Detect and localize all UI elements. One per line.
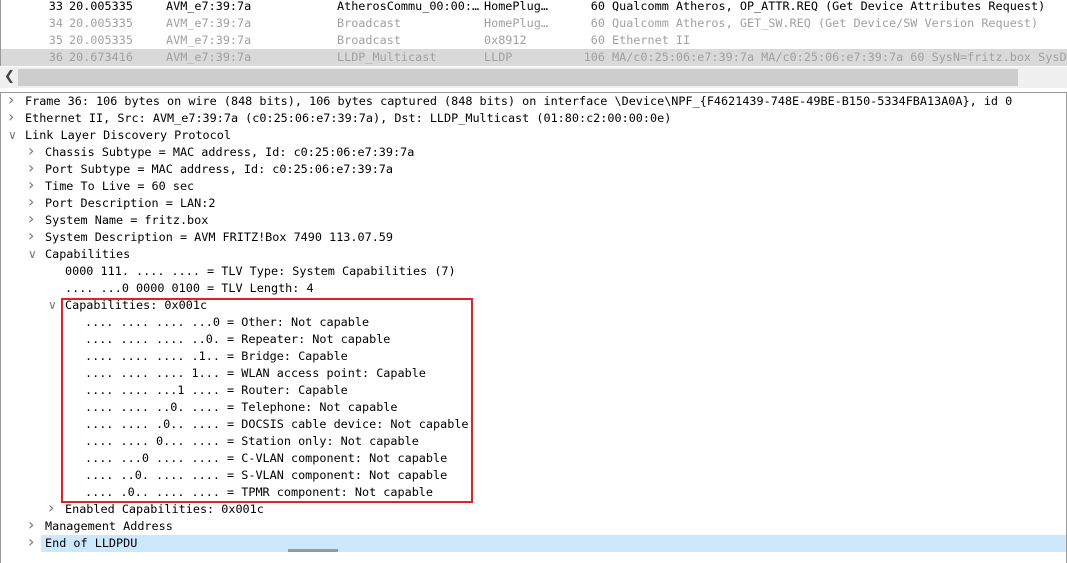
tree-item-label: System Name = fritz.box xyxy=(45,213,209,227)
packet-source: AVM_e7:39:7a xyxy=(166,16,252,30)
packet-source: AVM_e7:39:7a xyxy=(166,0,252,13)
tree-item-label: Time To Live = 60 sec xyxy=(45,179,195,193)
chevron-right-icon[interactable]: › xyxy=(28,516,34,533)
chevron-right-icon[interactable]: › xyxy=(28,227,34,244)
tree-item-label: System Description = AVM FRITZ!Box 7490 … xyxy=(45,230,394,244)
tree-item[interactable]: 0000 111. .... .... = TLV Type: System C… xyxy=(1,263,1066,280)
packet-time: 20.005335 xyxy=(69,16,133,30)
tree-item[interactable]: › Frame 36: 106 bytes on wire (848 bits),… xyxy=(1,91,1066,110)
tree-item-label: Port Subtype = MAC address, Id: c0:25:06… xyxy=(45,162,394,176)
packet-protocol: HomePlug… xyxy=(484,0,548,13)
tree-item-label: Ethernet II, Src: AVM_e7:39:7a (c0:25:06… xyxy=(25,111,672,125)
tree-item[interactable]: › System Name = fritz.box xyxy=(1,210,1066,229)
chevron-right-icon[interactable]: › xyxy=(28,176,34,193)
packet-list: 33 20.005335 AVM_e7:39:7a AtherosCommu_00:0… xyxy=(0,0,1067,66)
chevron-left-icon[interactable]: ❮ xyxy=(4,69,15,84)
chevron-down-icon[interactable]: ∨ xyxy=(8,127,17,144)
packet-row[interactable]: 33 20.005335 AVM_e7:39:7a AtherosCommu_00:0… xyxy=(1,0,1067,15)
packet-row[interactable]: 34 20.005335 AVM_e7:39:7a Broadcast HomePlug… xyxy=(1,15,1067,32)
packet-destination: AtherosCommu_00:00:… xyxy=(337,0,480,13)
tree-item[interactable]: ∨ Capabilities xyxy=(1,246,1066,263)
tree-item[interactable]: › Chassis Subtype = MAC address, Id: c0:2… xyxy=(1,142,1066,161)
chevron-right-icon[interactable]: › xyxy=(28,193,34,210)
packet-time: 20.005335 xyxy=(69,33,133,47)
packet-info: Ethernet II xyxy=(612,33,691,47)
packet-row[interactable]: 36 20.673416 AVM_e7:39:7a LLDP_Multicast LLD… xyxy=(1,49,1067,66)
packet-no: 36 xyxy=(48,50,63,64)
tree-item-label: Capabilities xyxy=(45,247,131,261)
chevron-right-icon[interactable]: › xyxy=(28,142,34,159)
tree-item-label: 0000 111. .... .... = TLV Type: System C… xyxy=(65,264,456,278)
packet-length: 60 xyxy=(590,0,605,13)
chevron-right-icon[interactable]: › xyxy=(8,108,14,125)
tree-item-label: Chassis Subtype = MAC address, Id: c0:25… xyxy=(45,145,415,159)
packet-length: 106 xyxy=(583,50,605,64)
tree-item[interactable]: › End of LLDPDU xyxy=(28,533,1066,552)
packet-protocol: LLDP xyxy=(484,50,513,64)
tree-item[interactable]: › Time To Live = 60 sec xyxy=(1,176,1066,195)
packet-length: 60 xyxy=(590,16,605,30)
packet-info: Qualcomm Atheros, OP_ATTR.REQ (Get Devic… xyxy=(612,0,1046,13)
tree-item-label: Frame 36: 106 bytes on wire (848 bits), … xyxy=(25,94,1013,108)
chevron-right-icon[interactable]: › xyxy=(28,533,34,550)
tree-item[interactable]: › Ethernet II, Src: AVM_e7:39:7a (c0:25:0… xyxy=(1,108,1066,127)
packet-row[interactable]: 35 20.005335 AVM_e7:39:7a Broadcast 0x8912 60… xyxy=(1,32,1067,49)
packet-destination: LLDP_Multicast xyxy=(337,50,437,64)
chevron-right-icon[interactable]: › xyxy=(48,499,54,516)
highlight-box xyxy=(61,298,473,503)
packet-destination: Broadcast xyxy=(337,33,401,47)
tree-item-label: Management Address xyxy=(45,519,173,533)
packet-source: AVM_e7:39:7a xyxy=(166,50,252,64)
tree-item[interactable]: › System Description = AVM FRITZ!Box 7490… xyxy=(1,227,1066,246)
packet-length: 60 xyxy=(590,33,605,47)
packet-protocol: HomePlug… xyxy=(484,16,548,30)
tree-item[interactable]: › Management Address xyxy=(1,516,1066,535)
chevron-right-icon[interactable]: › xyxy=(8,91,14,108)
tree-item-label: Link Layer Discovery Protocol xyxy=(25,128,231,142)
packet-time: 20.005335 xyxy=(69,0,133,13)
tree-item-label: Enabled Capabilities: 0x001c xyxy=(65,502,264,516)
packet-no: 34 xyxy=(48,16,63,30)
tree-item[interactable]: .... ...0 0000 0100 = TLV Length: 4 xyxy=(1,280,1066,297)
packet-no: 35 xyxy=(48,33,63,47)
tree-item[interactable]: › Port Subtype = MAC address, Id: c0:25:0… xyxy=(1,159,1066,178)
tree-item-label: End of LLDPDU xyxy=(45,536,138,550)
scrollbar-thumb[interactable] xyxy=(18,69,1018,86)
tree-item-label: Port Description = LAN:2 xyxy=(45,196,216,210)
packet-info: Qualcomm Atheros, GET_SW.REQ (Get Device… xyxy=(612,16,1039,30)
packet-time: 20.673416 xyxy=(69,50,133,64)
chevron-right-icon[interactable]: › xyxy=(28,210,34,227)
packet-protocol: 0x8912 xyxy=(484,33,527,47)
horizontal-scrollbar[interactable]: ❮ xyxy=(0,67,1067,88)
chevron-down-icon[interactable]: ∨ xyxy=(48,297,57,314)
packet-no: 33 xyxy=(48,0,63,13)
packet-source: AVM_e7:39:7a xyxy=(166,33,252,47)
tree-item[interactable]: ∨ Link Layer Discovery Protocol xyxy=(1,127,1066,144)
chevron-right-icon[interactable]: › xyxy=(28,159,34,176)
tree-item[interactable]: › Port Description = LAN:2 xyxy=(1,193,1066,212)
chevron-down-icon[interactable]: ∨ xyxy=(28,246,37,263)
packet-destination: Broadcast xyxy=(337,16,401,30)
tree-item[interactable]: › Enabled Capabilities: 0x001c xyxy=(1,499,1066,518)
tree-item-label: .... ...0 0000 0100 = TLV Length: 4 xyxy=(65,281,314,295)
packet-info: MA/c0:25:06:e7:39:7a MA/c0:25:06:e7:39:7… xyxy=(612,50,1067,64)
